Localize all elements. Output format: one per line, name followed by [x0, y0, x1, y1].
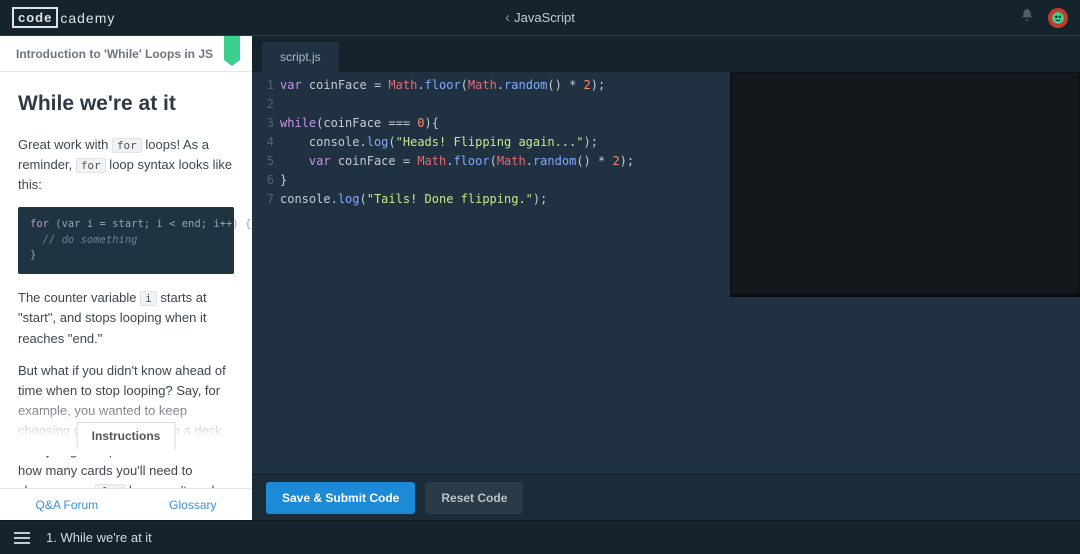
notifications-icon[interactable] — [1020, 8, 1034, 27]
reset-code-button[interactable]: Reset Code — [425, 482, 523, 514]
editor-area: script.js 1 2 3 4 5 6 7 var coinFace = M… — [252, 36, 1080, 520]
lesson-header: Introduction to 'While' Loops in JS — [0, 36, 252, 72]
file-tab[interactable]: script.js — [262, 42, 339, 72]
save-submit-button[interactable]: Save & Submit Code — [266, 482, 415, 514]
sidebar-footer: Q&A Forum Glossary — [0, 488, 252, 520]
avatar[interactable] — [1048, 8, 1068, 28]
lesson-breadcrumb: Introduction to 'While' Loops in JS — [16, 47, 213, 61]
bookmark-icon[interactable] — [224, 36, 240, 60]
lesson-para-1: Great work with for loops! As a reminder… — [18, 135, 234, 195]
chevron-left-icon: ‹ — [505, 9, 510, 26]
instructions-tab[interactable]: Instructions — [77, 422, 176, 450]
line-gutter: 1 2 3 4 5 6 7 — [252, 76, 280, 474]
code-for: for — [112, 138, 142, 153]
top-right — [1020, 8, 1068, 28]
lesson-para-2: The counter variable i starts at "start"… — [18, 288, 234, 348]
step-title: 1. While we're at it — [46, 530, 152, 545]
action-bar: Save & Submit Code Reset Code — [252, 474, 1080, 520]
glossary-link[interactable]: Glossary — [169, 498, 216, 512]
lesson-title: While we're at it — [18, 88, 234, 121]
bottom-bar: 1. While we're at it — [0, 520, 1080, 554]
course-breadcrumb[interactable]: ‹ JavaScript — [505, 9, 575, 26]
lesson-sidebar: Introduction to 'While' Loops in JS Whil… — [0, 36, 252, 520]
output-panel — [730, 72, 1080, 297]
course-title: JavaScript — [514, 10, 575, 25]
logo-text: cademy — [60, 10, 115, 26]
code-i: i — [140, 291, 157, 306]
tab-row: script.js — [252, 36, 1080, 72]
logo-box: code — [12, 7, 58, 28]
top-bar: code cademy ‹ JavaScript — [0, 0, 1080, 36]
qa-forum-link[interactable]: Q&A Forum — [35, 498, 98, 512]
menu-icon[interactable] — [14, 532, 30, 544]
lesson-body: While we're at it Great work with for lo… — [0, 72, 252, 488]
code-example: for (var i = start; i < end; i++) { // d… — [18, 207, 234, 274]
logo[interactable]: code cademy — [12, 7, 115, 28]
code-for-2: for — [76, 158, 106, 173]
